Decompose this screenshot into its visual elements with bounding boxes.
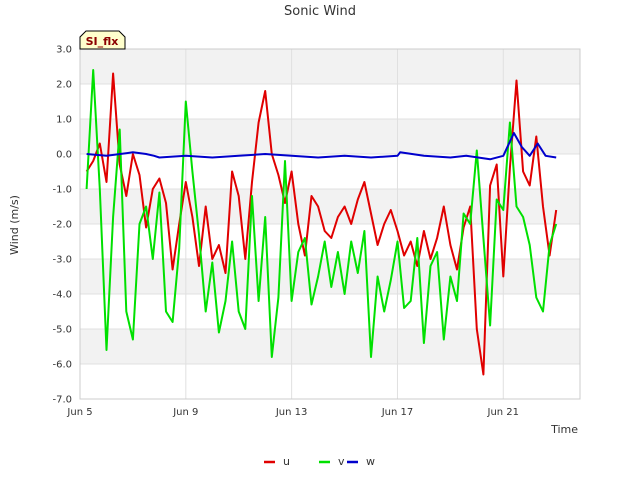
background-band — [80, 49, 580, 84]
legend-label-w: w — [366, 455, 375, 468]
y-tick-label: -4.0 — [52, 290, 72, 301]
chart-title: Sonic Wind — [284, 4, 356, 19]
y-tick-label: -7.0 — [52, 395, 72, 406]
station-badge-label: SI_flx — [86, 35, 119, 48]
y-tick-label: -1.0 — [52, 185, 72, 196]
station-badge: SI_flx — [79, 30, 126, 50]
plot-background-bands — [80, 49, 580, 364]
y-tick-label: -3.0 — [52, 255, 72, 266]
y-axis-ticks: 3.0 2.0 1.0 0.0 -1.0 -2.0 -3.0 -4.0 -5.0 -6.0 -7.0 — [52, 45, 72, 406]
y-tick-label: 0.0 — [56, 150, 72, 161]
y-tick-label: -2.0 — [52, 220, 72, 231]
y-tick-label: -6.0 — [52, 360, 72, 371]
x-tick-label: Jun 5 — [66, 407, 92, 418]
y-tick-label: 2.0 — [56, 80, 72, 91]
legend: u v w — [264, 455, 375, 468]
x-tick-label: Jun 13 — [275, 407, 308, 418]
legend-label-v: v — [338, 455, 345, 468]
background-band — [80, 119, 580, 154]
y-tick-label: -5.0 — [52, 325, 72, 336]
x-tick-label: Jun 21 — [487, 407, 520, 418]
x-tick-label: Jun 17 — [381, 407, 414, 418]
x-axis-label: Time — [550, 423, 578, 436]
legend-label-u: u — [283, 455, 290, 468]
background-band — [80, 329, 580, 364]
x-axis-ticks: Jun 5 Jun 9 Jun 13 Jun 17 Jun 21 — [66, 407, 519, 418]
sonic-wind-chart: 3.0 2.0 1.0 0.0 -1.0 -2.0 -3.0 -4.0 -5.0 -6.0 -7.0… — [8, 4, 581, 468]
y-tick-label: 1.0 — [56, 115, 72, 126]
x-tick-label: Jun 9 — [172, 407, 198, 418]
y-axis-label: Wind (m/s) — [8, 195, 21, 255]
y-tick-label: 3.0 — [56, 45, 72, 56]
